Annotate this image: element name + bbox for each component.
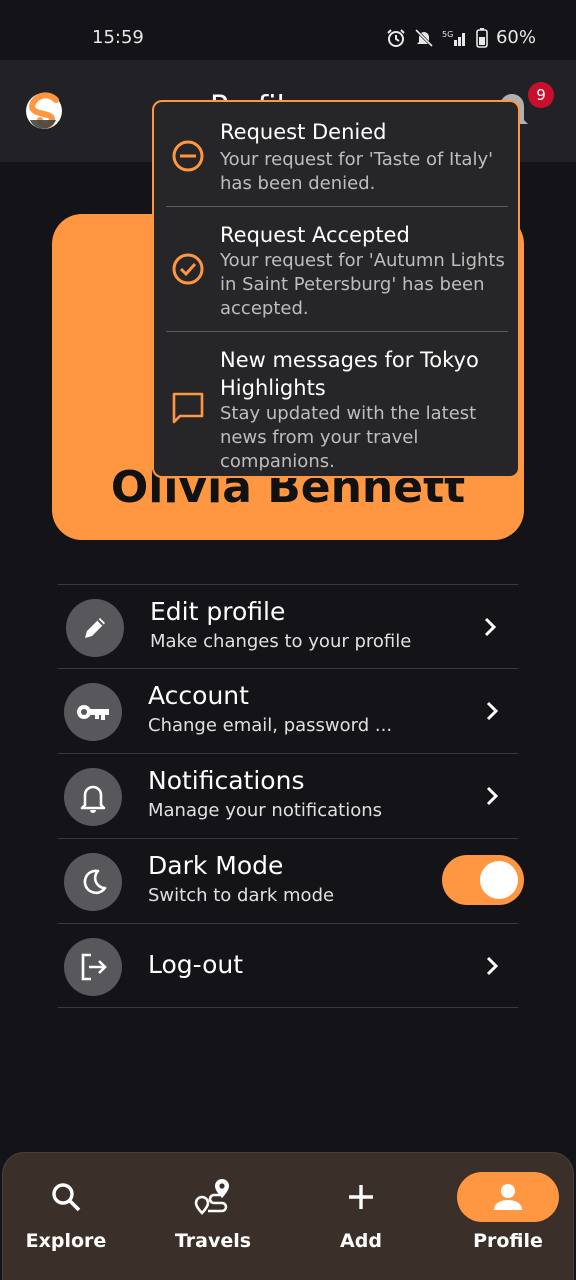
nav-label: Add [340, 1230, 382, 1252]
svg-text:5G: 5G [442, 30, 453, 39]
notification-text: Your request for 'Autumn Lights in Saint… [220, 250, 505, 319]
route-icon [162, 1172, 264, 1222]
pencil-icon [66, 599, 124, 657]
bell-icon [64, 768, 122, 826]
status-time: 15:59 [92, 27, 144, 48]
key-icon [64, 683, 122, 741]
menu-item-title: Log-out [148, 950, 244, 979]
chevron-right-icon [486, 956, 499, 976]
menu-item-subtitle: Change email, password ... [148, 715, 393, 736]
person-icon [457, 1172, 559, 1222]
battery-level: 60% [495, 27, 536, 48]
chevron-right-icon [486, 701, 499, 721]
menu-item-subtitle: Switch to dark mode [148, 885, 335, 906]
notification-badge: 9 [528, 82, 554, 108]
moon-icon [64, 853, 122, 911]
minus-circle-icon [172, 140, 204, 172]
menu-item-subtitle: Make changes to your profile [150, 631, 412, 652]
chevron-right-icon [486, 786, 499, 806]
menu-item-title: Edit profile [150, 597, 286, 626]
logout-icon [64, 938, 122, 996]
plus-icon [310, 1172, 412, 1222]
signal-5g-icon: 5G [442, 30, 465, 46]
menu-item-logout[interactable]: Log-out [58, 924, 518, 1008]
notification-text: Stay updated with the latest news from y… [220, 403, 477, 472]
notification-item-denied[interactable]: Request Denied Your request for 'Taste o… [154, 102, 518, 206]
battery-icon [476, 27, 488, 48]
menu-item-subtitle: Manage your notifications [148, 800, 383, 821]
check-circle-icon [172, 253, 204, 285]
divider [58, 1007, 518, 1008]
chevron-right-icon [484, 617, 497, 637]
notification-title: Request Denied [220, 120, 387, 144]
status-bar: 15:59 5G 60% [0, 0, 576, 60]
menu-item-title: Notifications [148, 766, 305, 795]
menu-item-edit-profile[interactable]: Edit profile Make changes to your profil… [58, 585, 518, 669]
nav-profile[interactable]: Profile [448, 1168, 568, 1268]
nav-label: Profile [473, 1230, 543, 1252]
notification-item-accepted[interactable]: Request Accepted Your request for 'Autum… [154, 207, 518, 331]
dark-mode-toggle[interactable] [442, 855, 524, 905]
menu-item-title: Dark Mode [148, 851, 284, 880]
status-icons: 5G 60% [386, 27, 536, 48]
alarm-icon [387, 28, 405, 47]
nav-travels[interactable]: Travels [153, 1168, 273, 1268]
notification-title: Request Accepted [220, 223, 410, 247]
notification-title: New messages for Tokyo Highlights [220, 348, 479, 400]
menu-item-title: Account [148, 681, 249, 710]
nav-add[interactable]: Add [301, 1168, 421, 1268]
app-logo-icon [26, 92, 62, 129]
mute-icon [414, 28, 434, 47]
menu-item-account[interactable]: Account Change email, password ... [58, 669, 518, 753]
nav-explore[interactable]: Explore [6, 1168, 126, 1268]
notification-text: Your request for 'Taste of Italy' has be… [220, 149, 494, 194]
chat-icon [172, 392, 204, 424]
nav-label: Travels [174, 1230, 252, 1252]
nav-label: Explore [25, 1230, 107, 1252]
toggle-knob [480, 861, 518, 899]
search-icon [15, 1172, 117, 1222]
notifications-popup: Request Denied Your request for 'Taste o… [152, 100, 520, 478]
notification-item-messages[interactable]: New messages for Tokyo Highlights Stay u… [154, 332, 518, 476]
menu-item-notifications[interactable]: Notifications Manage your notifications [58, 754, 518, 838]
